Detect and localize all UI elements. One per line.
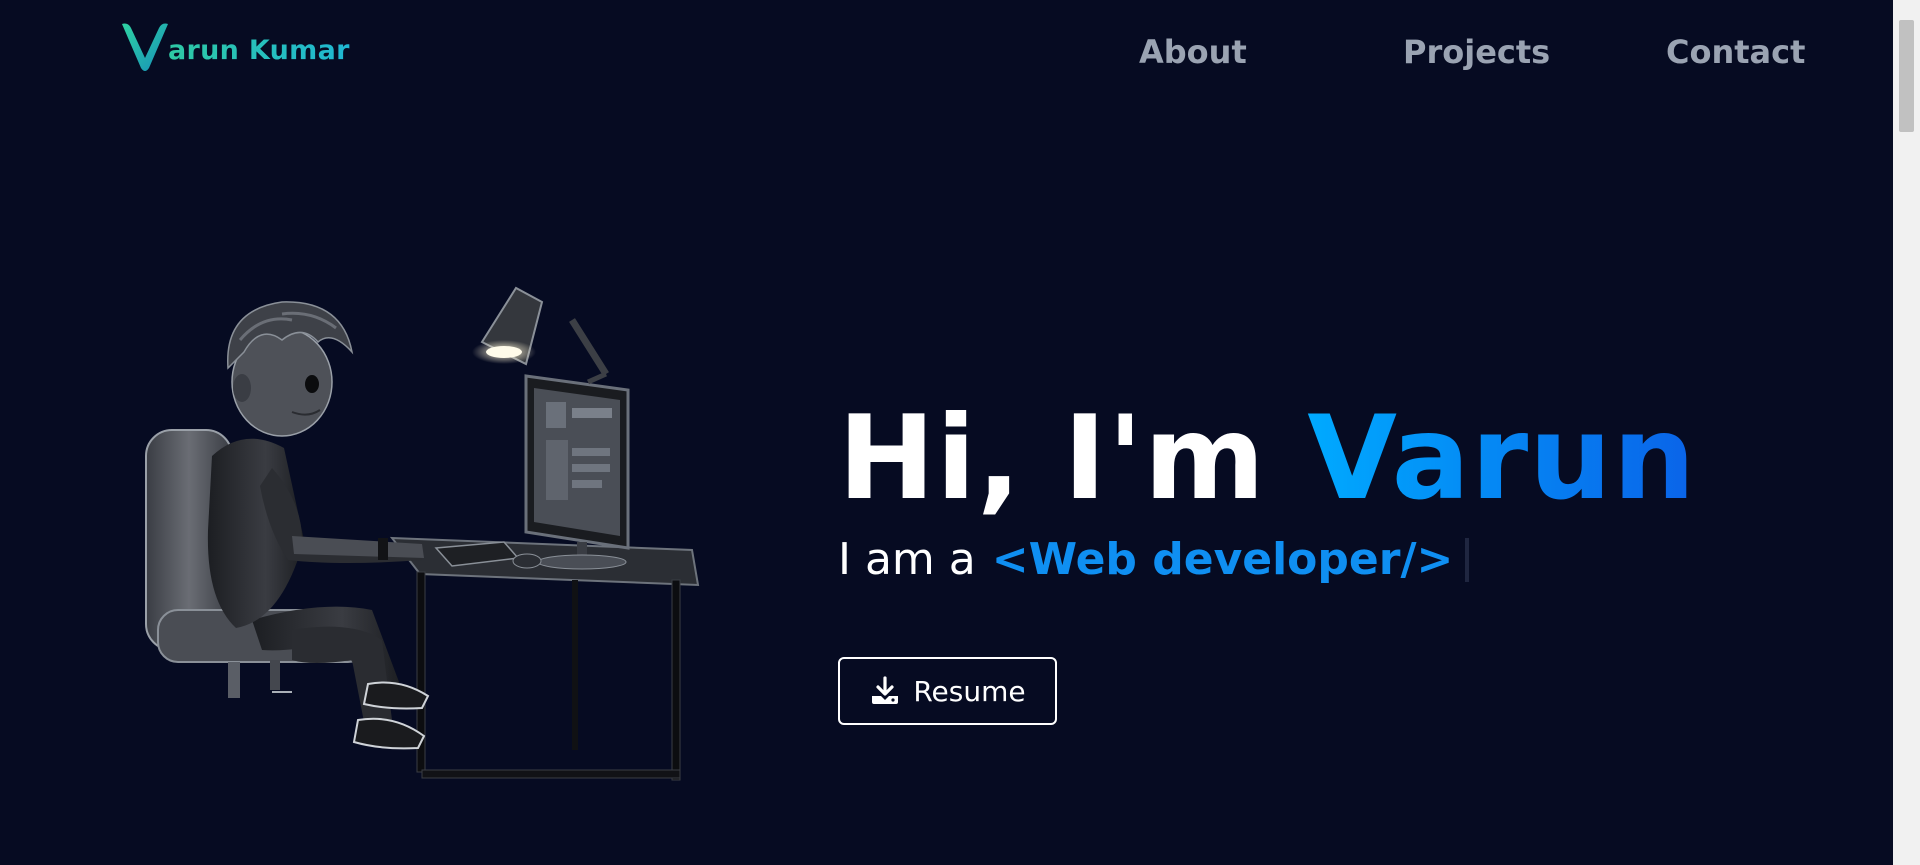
resume-button[interactable]: Resume (838, 657, 1057, 725)
download-icon (872, 676, 899, 704)
portfolio-page: arun Kumar About Projects Contact Hi, I'… (0, 0, 1920, 865)
scrollbar-thumb[interactable] (1899, 20, 1914, 132)
vertical-scrollbar[interactable] (1893, 0, 1920, 865)
nav-projects[interactable]: Projects (1403, 30, 1550, 74)
nav-about[interactable]: About (1139, 30, 1247, 74)
site-logo[interactable]: arun Kumar (118, 18, 350, 72)
hero-greeting: Hi, I'm Varun (838, 392, 1696, 526)
site-header: arun Kumar About Projects Contact (0, 0, 1893, 100)
logo-text: arun Kumar (168, 34, 350, 66)
logo-v-icon (122, 23, 168, 71)
typing-cursor (1465, 538, 1470, 582)
typed-role: <Web developer/> (991, 534, 1454, 585)
greeting-prefix: Hi, I'm (838, 391, 1266, 526)
hero-illustration (145, 286, 700, 781)
greeting-name: Varun (1307, 391, 1697, 526)
hero-tagline: I am a <Web developer/> (838, 532, 1696, 588)
resume-label: Resume (913, 674, 1026, 708)
tagline-prefix: I am a (838, 534, 976, 585)
nav-contact[interactable]: Contact (1666, 30, 1805, 74)
hero-section: Hi, I'm Varun I am a <Web developer/> Re… (838, 392, 1696, 725)
